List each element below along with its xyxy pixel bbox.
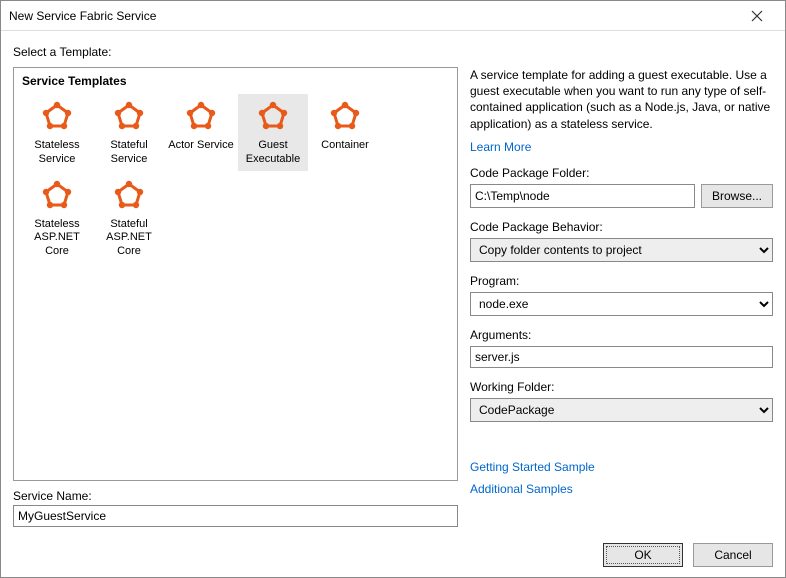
additional-samples-link[interactable]: Additional Samples bbox=[470, 482, 773, 496]
template-item-label: Stateful Service bbox=[96, 139, 162, 167]
behavior-select[interactable]: Copy folder contents to project bbox=[470, 238, 773, 262]
window-title: New Service Fabric Service bbox=[9, 9, 737, 23]
service-fabric-icon bbox=[257, 100, 289, 132]
template-item-label: Guest Executable bbox=[240, 139, 306, 167]
instruction-label: Select a Template: bbox=[13, 45, 773, 59]
close-button[interactable] bbox=[737, 2, 777, 30]
service-fabric-icon bbox=[41, 100, 73, 132]
template-item-label: Stateless Service bbox=[24, 139, 90, 167]
templates-heading: Service Templates bbox=[22, 74, 449, 88]
template-item-label: Stateless ASP.NET Core bbox=[24, 218, 90, 259]
service-name-input[interactable] bbox=[13, 505, 458, 527]
template-item[interactable]: Container bbox=[310, 94, 380, 171]
template-item[interactable]: Guest Executable bbox=[238, 94, 308, 171]
program-select[interactable]: node.exe bbox=[470, 292, 773, 316]
template-item-label: Stateful ASP.NET Core bbox=[96, 218, 162, 259]
template-item[interactable]: Actor Service bbox=[166, 94, 236, 171]
template-item[interactable]: Stateful ASP.NET Core bbox=[94, 173, 164, 263]
template-item[interactable]: Stateful Service bbox=[94, 94, 164, 171]
service-fabric-icon bbox=[41, 179, 73, 211]
code-folder-label: Code Package Folder: bbox=[470, 166, 773, 180]
service-name-label: Service Name: bbox=[13, 489, 458, 503]
arguments-label: Arguments: bbox=[470, 328, 773, 342]
service-fabric-icon bbox=[185, 100, 217, 132]
working-folder-label: Working Folder: bbox=[470, 380, 773, 394]
template-item[interactable]: Stateless ASP.NET Core bbox=[22, 173, 92, 263]
close-icon bbox=[751, 10, 763, 22]
browse-button[interactable]: Browse... bbox=[701, 184, 773, 208]
template-item[interactable]: Stateless Service bbox=[22, 94, 92, 171]
getting-started-link[interactable]: Getting Started Sample bbox=[470, 460, 773, 474]
working-folder-select[interactable]: CodePackage bbox=[470, 398, 773, 422]
cancel-button[interactable]: Cancel bbox=[693, 543, 773, 567]
templates-panel: Service Templates Stateless ServiceState… bbox=[13, 67, 458, 481]
learn-more-link[interactable]: Learn More bbox=[470, 140, 773, 154]
service-fabric-icon bbox=[329, 100, 361, 132]
service-fabric-icon bbox=[113, 179, 145, 211]
template-item-label: Container bbox=[321, 139, 369, 153]
arguments-input[interactable] bbox=[470, 346, 773, 368]
program-label: Program: bbox=[470, 274, 773, 288]
template-item-label: Actor Service bbox=[168, 139, 233, 153]
code-folder-input[interactable] bbox=[470, 184, 695, 208]
service-fabric-icon bbox=[113, 100, 145, 132]
behavior-label: Code Package Behavior: bbox=[470, 220, 773, 234]
template-description: A service template for adding a guest ex… bbox=[470, 67, 773, 132]
ok-button[interactable]: OK bbox=[603, 543, 683, 567]
